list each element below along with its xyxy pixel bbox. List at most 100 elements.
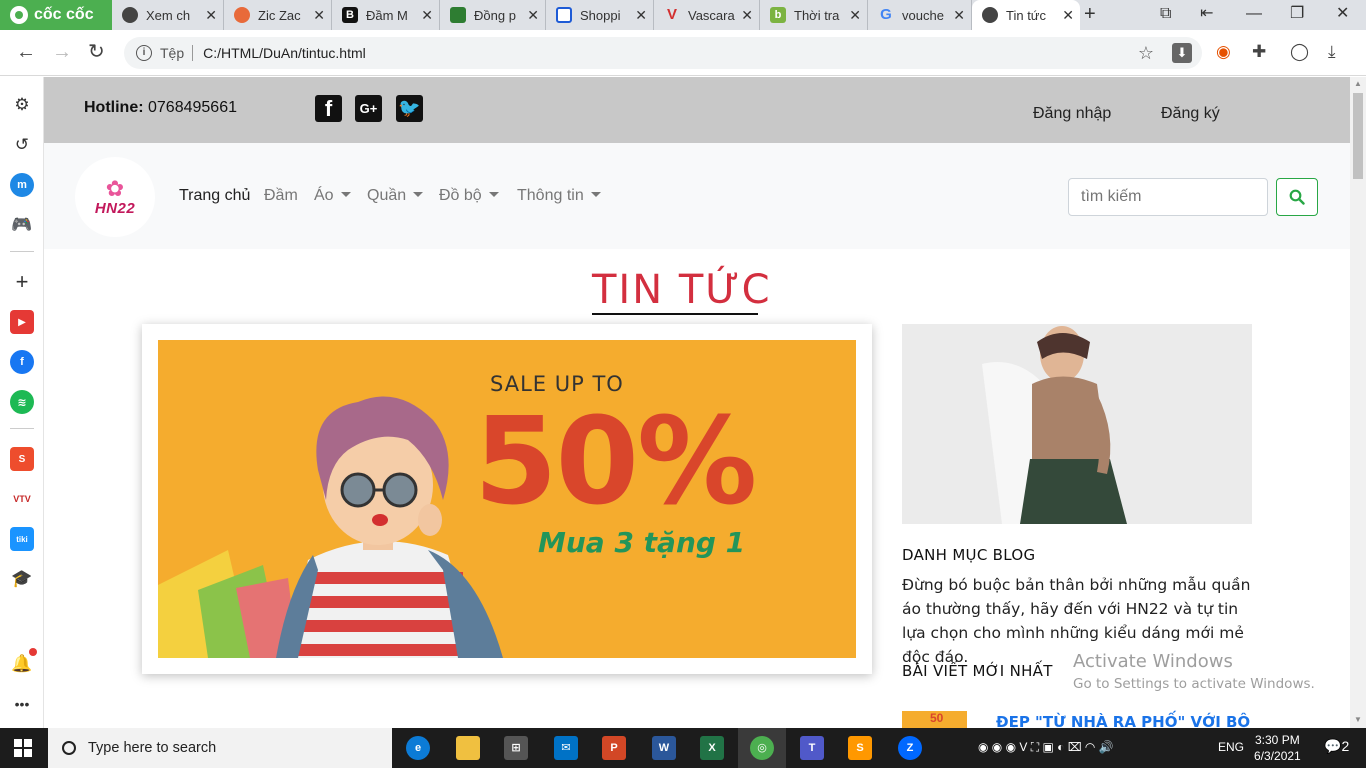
zalo-icon[interactable]: Z xyxy=(898,736,922,760)
browser-tab[interactable]: Zic Zac ✕ xyxy=(224,0,332,30)
google-icon: G xyxy=(880,6,892,23)
vtv-go-icon[interactable]: VTV xyxy=(10,487,34,511)
google-plus-icon[interactable]: G+ xyxy=(355,95,382,122)
windows-start-icon[interactable] xyxy=(14,739,32,757)
spotify-icon[interactable]: ≋ xyxy=(10,390,34,414)
nav-sets-dropdown[interactable]: Đồ bộ xyxy=(439,187,499,205)
browser-tab[interactable]: Đồng p ✕ xyxy=(440,0,546,30)
close-window-button[interactable]: ✕ xyxy=(1336,4,1349,24)
education-hat-icon[interactable]: 🎓 xyxy=(10,567,34,591)
excel-icon[interactable]: X xyxy=(700,736,724,760)
word-icon[interactable]: W xyxy=(652,736,676,760)
file-explorer-icon[interactable] xyxy=(456,736,480,760)
b-icon: B xyxy=(342,7,358,23)
browser-tab[interactable]: B Đầm M ✕ xyxy=(332,0,440,30)
twitter-icon[interactable]: 🐦 xyxy=(396,95,423,122)
close-icon[interactable]: ✕ xyxy=(741,7,753,24)
download-icon[interactable]: ⬇ xyxy=(1172,43,1192,63)
scroll-up-icon[interactable]: ▲ xyxy=(1354,79,1362,88)
teams-icon[interactable]: T xyxy=(800,736,824,760)
model-illustration xyxy=(902,324,1252,524)
close-icon[interactable]: ✕ xyxy=(953,7,965,24)
game-controller-icon[interactable]: 🎮 xyxy=(10,213,34,237)
browser-tab[interactable]: Xem ch ✕ xyxy=(112,0,224,30)
back-arrow-icon[interactable]: ⇤ xyxy=(1200,4,1213,24)
powerpoint-icon[interactable]: P xyxy=(602,736,626,760)
language-indicator[interactable]: ENG xyxy=(1218,740,1244,754)
browser-tab[interactable]: V Vascara ✕ xyxy=(654,0,760,30)
downloads-icon[interactable]: ⤓ xyxy=(1328,42,1336,62)
coccoc-taskbar-icon[interactable]: ◎ xyxy=(750,736,774,760)
back-button[interactable]: ← xyxy=(16,42,36,62)
system-tray-icons[interactable]: ◉ ◉ ◉ V ⛶ ▣ ◐ ⌧ ◠ 🔊 xyxy=(978,740,1114,755)
chevron-down-icon xyxy=(488,192,499,197)
tab-label: Tin tức xyxy=(1006,7,1047,23)
browser-tab[interactable]: b Thời tra ✕ xyxy=(760,0,868,30)
extension-coccoc-icon[interactable]: ◉ xyxy=(1216,42,1231,62)
history-icon[interactable]: ↺ xyxy=(10,133,34,157)
shopee-icon[interactable]: S xyxy=(10,447,34,471)
latest-post-title[interactable]: ĐẸP "TỪ NHÀ RA PHỐ" VỚI BỘ xyxy=(996,713,1250,728)
latest-post-thumbnail[interactable]: 50 xyxy=(902,711,967,728)
search-button[interactable] xyxy=(1276,178,1318,216)
close-icon[interactable]: ✕ xyxy=(1062,7,1074,24)
hotline-number[interactable]: 0768495661 xyxy=(148,99,237,116)
close-icon[interactable]: ✕ xyxy=(421,7,433,24)
maximize-button[interactable]: ❐ xyxy=(1290,4,1304,24)
facebook-icon[interactable]: f xyxy=(10,350,34,374)
forward-button[interactable]: → xyxy=(52,42,72,62)
register-link[interactable]: Đăng ký xyxy=(1161,105,1220,123)
site-logo[interactable]: ✿ HN22 xyxy=(75,157,155,237)
action-center-icon[interactable]: 💬2 xyxy=(1324,738,1349,755)
settings-gear-icon[interactable]: ⚙ xyxy=(10,93,34,117)
facebook-icon[interactable]: f xyxy=(315,95,342,122)
login-link[interactable]: Đăng nhập xyxy=(1033,105,1111,123)
store-icon[interactable]: ⊞ xyxy=(504,736,528,760)
messenger-icon[interactable]: m xyxy=(10,173,34,197)
url-text[interactable]: C:/HTML/DuAn/tintuc.html xyxy=(203,45,366,61)
brand-label: cốc cốc xyxy=(34,6,94,23)
extensions-puzzle-icon[interactable]: ✚ xyxy=(1252,42,1266,62)
add-shortcut-icon[interactable]: + xyxy=(10,269,34,294)
scrollbar-thumb[interactable] xyxy=(1353,93,1363,179)
more-options-icon[interactable]: ••• xyxy=(10,692,34,716)
nav-dresses[interactable]: Đầm xyxy=(264,187,298,205)
address-bar[interactable]: i Tệp C:/HTML/DuAn/tintuc.html ☆ ⬇ xyxy=(124,37,1202,69)
info-icon[interactable]: i xyxy=(136,45,152,61)
globe-icon xyxy=(122,7,138,23)
browser-tab[interactable]: Shoppi ✕ xyxy=(546,0,654,30)
nav-pants-dropdown[interactable]: Quần xyxy=(367,187,424,205)
coccoc-menu-button[interactable]: cốc cốc xyxy=(0,0,112,30)
nav-home[interactable]: Trang chủ xyxy=(179,187,250,205)
close-icon[interactable]: ✕ xyxy=(849,7,861,24)
youtube-icon[interactable]: ▶ xyxy=(10,310,34,334)
fashion-model-photo[interactable] xyxy=(902,324,1252,524)
page-scrollbar[interactable]: ▲ ▼ xyxy=(1350,77,1366,728)
browser-tab[interactable]: G vouche ✕ xyxy=(868,0,972,30)
close-icon[interactable]: ✕ xyxy=(205,7,217,24)
scroll-down-icon[interactable]: ▼ xyxy=(1354,715,1362,724)
sublime-icon[interactable]: S xyxy=(848,736,872,760)
mail-icon[interactable]: ✉ xyxy=(554,736,578,760)
sale-banner-image[interactable]: SALE UP TO 50% Mua 3 tặng 1 xyxy=(158,340,856,658)
new-tab-button[interactable]: + xyxy=(1084,4,1096,24)
reload-button[interactable]: ↻ xyxy=(88,42,105,62)
edge-icon[interactable]: e xyxy=(406,736,430,760)
tab-search-icon[interactable]: ⧉ xyxy=(1160,4,1171,24)
tiki-icon[interactable]: tiki xyxy=(10,527,34,551)
close-icon[interactable]: ✕ xyxy=(635,7,647,24)
chevron-down-icon xyxy=(340,192,351,197)
profile-icon[interactable]: ◯ xyxy=(1290,42,1309,62)
system-clock[interactable]: 3:30 PM 6/3/2021 xyxy=(1254,732,1301,764)
search-input[interactable] xyxy=(1068,178,1268,216)
taskbar-search-box[interactable]: Type here to search xyxy=(48,728,392,768)
browser-tab-active[interactable]: Tin tức ✕ xyxy=(972,0,1080,30)
close-icon[interactable]: ✕ xyxy=(527,7,539,24)
promo-card[interactable]: SALE UP TO 50% Mua 3 tặng 1 xyxy=(142,324,872,674)
taskbar-search-placeholder: Type here to search xyxy=(88,740,217,756)
bookmark-star-icon[interactable]: ☆ xyxy=(1138,43,1154,64)
nav-info-dropdown[interactable]: Thông tin xyxy=(517,187,601,205)
minimize-button[interactable]: — xyxy=(1246,4,1262,24)
nav-shirts-dropdown[interactable]: Áo xyxy=(314,187,351,205)
close-icon[interactable]: ✕ xyxy=(313,7,325,24)
